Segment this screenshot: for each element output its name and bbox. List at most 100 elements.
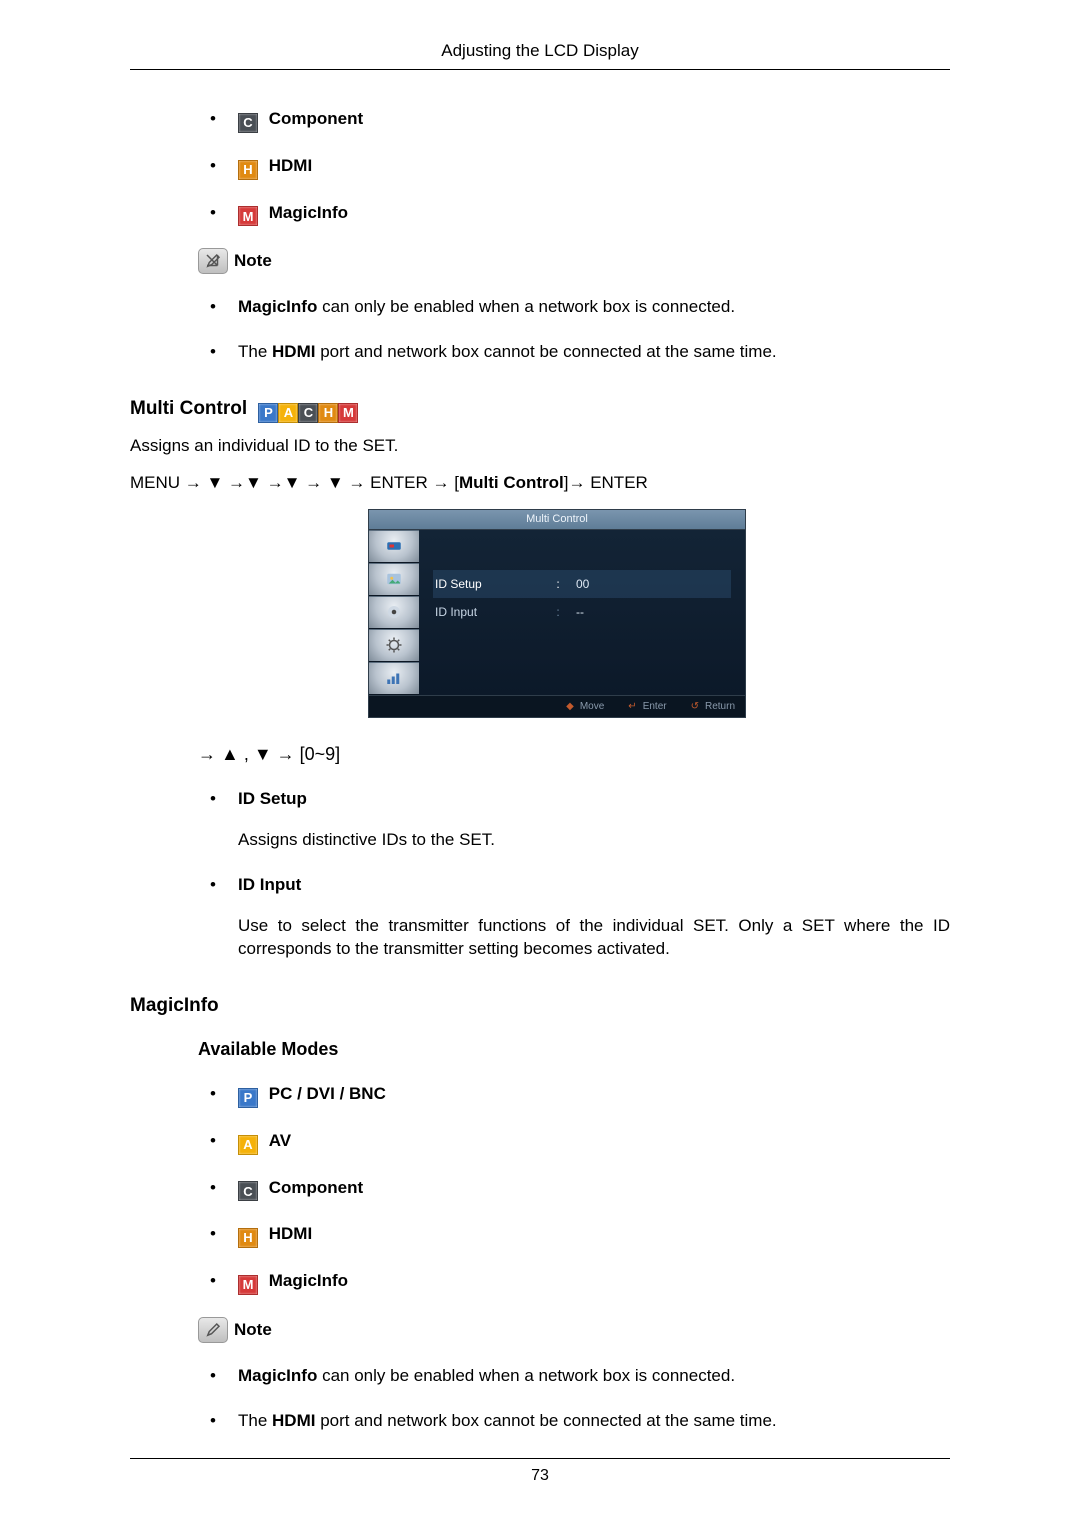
osd-row-id-setup: ID Setup : 00 [433,570,731,598]
c-mode-icon: C [298,403,318,423]
p-mode-icon: P [258,403,278,423]
component-mode-icon: C [238,1181,258,1201]
osd-tab-sound-icon [369,596,419,629]
available-modes-heading: Available Modes [198,1037,950,1061]
item-desc: Assigns distinctive IDs to the SET. [238,829,950,852]
note-strong: HDMI [272,342,315,361]
top-mode-list: C Component H HDMI M MagicInfo [210,108,950,226]
hdmi-mode-icon: H [238,160,258,180]
osd-panel: ID Setup : 00 ID Input : -- [419,530,745,695]
note-text: can only be enabled when a network box i… [317,1366,735,1385]
h-mode-icon: H [318,403,338,423]
return-glyph-icon: ↺ [691,700,699,714]
note-list: MagicInfo can only be enabled when a net… [210,1365,950,1433]
nav-post: ]→ ENTER [564,473,648,492]
section-mode-badges: PACHM [258,398,358,419]
page: Adjusting the LCD Display C Component H … [0,0,1080,1527]
osd-foot-label: Enter [643,700,667,714]
osd-foot-move: ◆ Move [566,700,604,714]
note-strong: MagicInfo [238,297,317,316]
osd-foot-enter: ↵ Enter [628,700,666,714]
note-text: The [238,342,272,361]
osd-value: -- [566,604,729,620]
osd-label: ID Setup [435,576,550,592]
mode-label: Component [269,1178,363,1197]
component-mode-icon: C [238,113,258,133]
mode-item-av: A AV [210,1130,950,1155]
osd-foot-label: Return [705,700,735,714]
page-header: Adjusting the LCD Display [130,40,950,70]
osd-title: Multi Control [368,509,746,529]
mode-label: AV [269,1131,291,1150]
note-text: The [238,1411,272,1430]
mode-item-pc: P PC / DVI / BNC [210,1083,950,1108]
osd-tab-input-icon [369,530,419,563]
note-heading: Note [198,248,950,274]
osd-foot-return: ↺ Return [691,700,735,714]
mode-item-magicinfo: M MagicInfo [210,1270,950,1295]
osd-row-id-input: ID Input : -- [433,598,731,626]
osd-screenshot: Multi Control ID Setup : 00 ID Input : -… [368,509,746,718]
multi-control-intro: Assigns an individual ID to the SET. [130,435,950,458]
item-id-setup: ID Setup Assigns distinctive IDs to the … [210,788,950,852]
osd-label: ID Input [435,604,550,620]
osd-value: 00 [566,576,729,592]
magicinfo-mode-icon: M [238,206,258,226]
mode-item-component: C Component [210,108,950,133]
note-text: port and network box cannot be connected… [315,342,776,361]
note-strong: HDMI [272,1411,315,1430]
mode-item-component: C Component [210,1177,950,1202]
note-strong: MagicInfo [238,1366,317,1385]
mode-label: PC / DVI / BNC [269,1084,386,1103]
magicinfo-mode-list: P PC / DVI / BNC A AV C Component H HDMI… [210,1083,950,1295]
note-text: can only be enabled when a network box i… [317,297,735,316]
osd-tab-multi-icon [369,662,419,695]
note-item: MagicInfo can only be enabled when a net… [210,1365,950,1388]
note-list: MagicInfo can only be enabled when a net… [210,296,950,364]
mode-label: MagicInfo [269,203,348,222]
osd-tab-strip [369,530,419,695]
magicinfo-mode-icon: M [238,1275,258,1295]
osd-tab-setup-icon [369,629,419,662]
osd-colon: : [550,604,566,620]
osd-colon: : [550,576,566,592]
mode-item-hdmi: H HDMI [210,1223,950,1248]
note-heading: Note [198,1317,950,1343]
nav-pre: MENU → ▼ →▼ →▼ → ▼ → ENTER → [ [130,473,459,492]
note-item: The HDMI port and network box cannot be … [210,341,950,364]
mode-item-hdmi: H HDMI [210,155,950,180]
section-multi-control: Multi Control PACHM [130,396,950,423]
note-item: MagicInfo can only be enabled when a net… [210,296,950,319]
note-item: The HDMI port and network box cannot be … [210,1410,950,1433]
arrow-range: → ▲ , ▼ → [0~9] [198,742,950,766]
multi-control-items: ID Setup Assigns distinctive IDs to the … [210,788,950,961]
m-mode-icon: M [338,403,358,423]
item-title: ID Input [238,875,301,894]
menu-nav-path: MENU → ▼ →▼ →▼ → ▼ → ENTER → [Multi Cont… [130,472,950,495]
item-desc: Use to select the transmitter functions … [238,915,950,961]
note-icon [198,1317,228,1343]
note-icon [198,248,228,274]
section-magicinfo: MagicInfo [130,993,950,1019]
hdmi-mode-icon: H [238,1228,258,1248]
mode-label: Component [269,109,363,128]
enter-glyph-icon: ↵ [628,700,636,714]
osd-foot-label: Move [580,700,604,714]
a-mode-icon: A [278,403,298,423]
page-number: 73 [531,1467,549,1484]
nav-mid: Multi Control [459,473,564,492]
item-id-input: ID Input Use to select the transmitter f… [210,874,950,961]
pc-mode-icon: P [238,1088,258,1108]
page-footer: 73 [130,1458,950,1487]
mode-item-magicinfo: M MagicInfo [210,202,950,227]
section-title: Multi Control [130,398,247,419]
note-label: Note [234,250,272,273]
osd-footer: ◆ Move ↵ Enter ↺ Return [368,696,746,719]
mode-label: MagicInfo [269,1271,348,1290]
osd-body: ID Setup : 00 ID Input : -- [368,529,746,696]
move-glyph-icon: ◆ [566,700,574,714]
osd-tab-picture-icon [369,563,419,596]
note-text: port and network box cannot be connected… [315,1411,776,1430]
note-label: Note [234,1319,272,1342]
item-title: ID Setup [238,789,307,808]
